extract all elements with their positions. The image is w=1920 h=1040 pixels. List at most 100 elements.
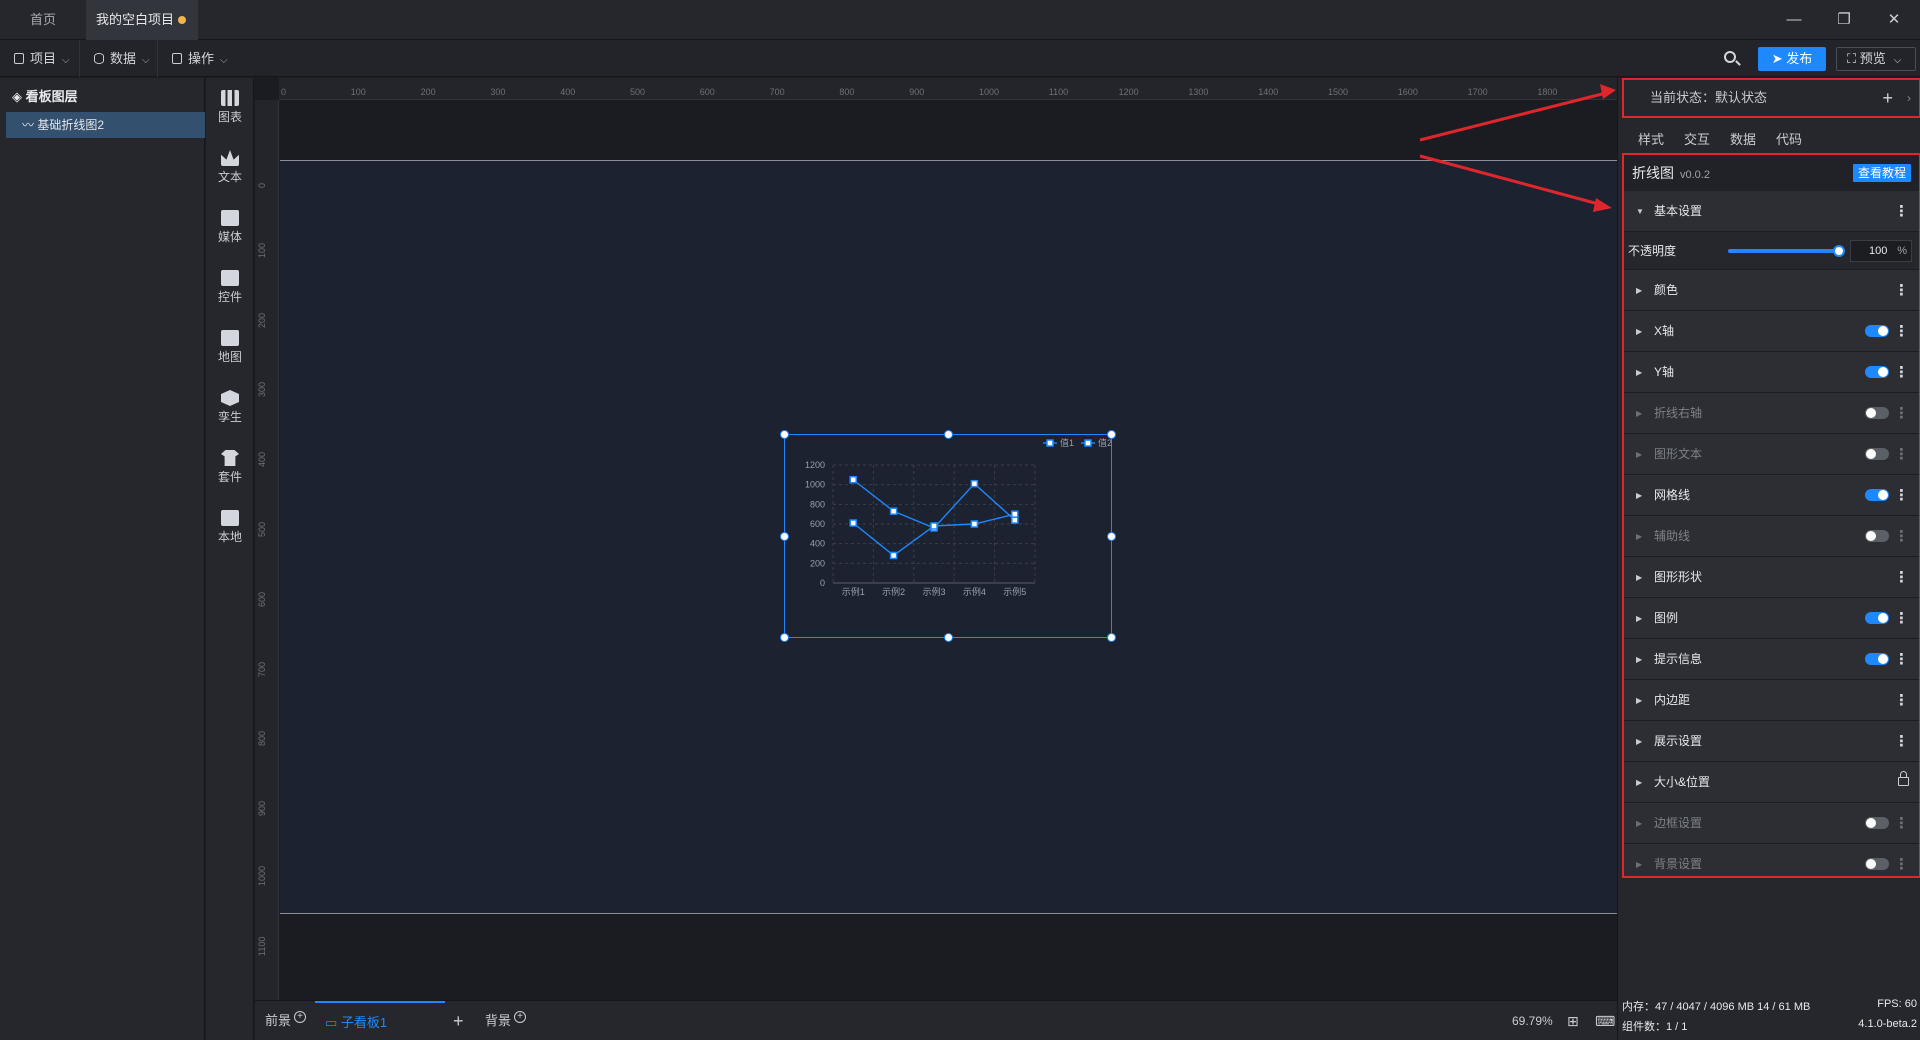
section-toggle[interactable] (1865, 325, 1889, 337)
data-point (889, 507, 898, 515)
more-vertical-icon[interactable]: ⋮ (1894, 721, 1909, 762)
section-toggle[interactable] (1865, 530, 1889, 542)
menu-operation[interactable]: 操作 ⌵ (158, 40, 238, 77)
more-vertical-icon[interactable]: ⋮ (1894, 475, 1909, 516)
more-vertical-icon[interactable]: ⋮ (1894, 434, 1909, 475)
opacity-slider[interactable] (1728, 245, 1845, 257)
section-15[interactable]: ▶ 背景设置 ⋮ (1624, 844, 1919, 876)
comp-twin[interactable]: 孪生 (206, 390, 254, 425)
comp-control[interactable]: 控件 (206, 270, 254, 305)
more-vertical-icon[interactable]: ⋮ (1894, 803, 1909, 844)
section-14[interactable]: ▶ 边框设置 ⋮ (1624, 803, 1919, 844)
component-count: 组件数：1 / 1 (1622, 1021, 1688, 1033)
publish-button[interactable]: ➤ 发布 (1758, 47, 1826, 71)
resize-handle-l[interactable] (780, 532, 789, 541)
section-toggle[interactable] (1865, 407, 1889, 419)
more-vertical-icon[interactable]: ⋮ (1894, 352, 1909, 393)
resize-handle-t[interactable] (944, 430, 953, 439)
section-4[interactable]: ▶ 折线右轴 ⋮ (1624, 393, 1919, 434)
layer-item[interactable]: 〰 基础折线图2 (6, 112, 205, 138)
data-point (849, 476, 857, 484)
more-vertical-icon[interactable]: ⋮ (1894, 311, 1909, 352)
menu-project[interactable]: 项目 ⌵ (0, 40, 80, 77)
section-7[interactable]: ▶ 辅助线 ⋮ (1624, 516, 1919, 557)
keyboard-icon[interactable]: ⌨ (1595, 1001, 1615, 1040)
more-vertical-icon[interactable]: ⋮ (1894, 844, 1909, 876)
more-vertical-icon[interactable]: ⋮ (1894, 516, 1909, 557)
resize-handle-br[interactable] (1107, 633, 1116, 642)
layers-icon: ◈ (12, 89, 26, 104)
section-0[interactable]: ▼ 基本设置 ⋮ (1624, 191, 1919, 232)
section-6[interactable]: ▶ 网格线 ⋮ (1624, 475, 1919, 516)
section-5[interactable]: ▶ 图形文本 ⋮ (1624, 434, 1919, 475)
comp-media[interactable]: 媒体 (206, 210, 254, 245)
tutorial-button[interactable]: 查看教程 (1853, 164, 1911, 182)
slider-thumb[interactable] (1833, 245, 1845, 257)
more-vertical-icon[interactable]: ⋮ (1894, 557, 1909, 598)
comp-local[interactable]: 本地 (206, 510, 254, 545)
comp-local-label: 本地 (217, 530, 242, 544)
chevron-right-icon[interactable]: › (1907, 80, 1911, 116)
section-8[interactable]: ▶ 图形形状 ⋮ (1624, 557, 1919, 598)
close-button[interactable]: ✕ (1884, 10, 1904, 30)
section-toggle[interactable] (1865, 612, 1889, 624)
add-state-button[interactable]: + (1882, 80, 1893, 116)
ruler-tick: 0 (281, 87, 287, 97)
publish-label: 发布 (1786, 51, 1813, 66)
resize-handle-b[interactable] (944, 633, 953, 642)
section-10[interactable]: ▶ 提示信息 ⋮ (1624, 639, 1919, 680)
section-toggle[interactable] (1865, 489, 1889, 501)
more-vertical-icon[interactable]: ⋮ (1894, 639, 1909, 680)
comp-kit[interactable]: 套件 (206, 450, 254, 485)
resize-handle-bl[interactable] (780, 633, 789, 642)
section-toggle[interactable] (1865, 858, 1889, 870)
add-board-button[interactable]: + (453, 1001, 464, 1040)
tab-home[interactable]: 首页 (0, 0, 86, 40)
more-vertical-icon[interactable]: ⋮ (1894, 270, 1909, 311)
section-toggle[interactable] (1865, 817, 1889, 829)
puzzle-icon (221, 510, 239, 526)
section-toggle[interactable] (1865, 366, 1889, 378)
section-13[interactable]: ▶ 大小&位置 (1624, 762, 1919, 803)
more-vertical-icon[interactable]: ⋮ (1894, 393, 1909, 434)
lock-icon[interactable] (1898, 771, 1909, 786)
section-1[interactable]: ▶ 颜色 ⋮ (1624, 270, 1919, 311)
menu-bar: 项目 ⌵ 数据 ⌵ 操作 ⌵ (0, 40, 1920, 77)
file-icon (14, 53, 24, 64)
minimize-button[interactable]: — (1784, 10, 1804, 30)
foreground-tab[interactable]: 前景 + (265, 1001, 307, 1040)
more-vertical-icon[interactable]: ⋮ (1894, 680, 1909, 721)
opacity-input[interactable]: 100% (1850, 240, 1912, 262)
section-12[interactable]: ▶ 展示设置 ⋮ (1624, 721, 1919, 762)
section-toggle[interactable] (1865, 448, 1889, 460)
restore-button[interactable]: ❐ (1834, 10, 1854, 30)
section-label: 大小&位置 (1654, 775, 1711, 789)
preview-button[interactable]: ⛶ 预览 ⌵ (1836, 47, 1916, 71)
ruler-tick: 100 (350, 87, 366, 97)
line-chart-widget[interactable]: 0 200 400 600 800 1000 1200 示例1 示例2 示例3 示例4 示例5 值1 值2 (780, 430, 1116, 642)
fit-screen-icon[interactable]: ⊞ (1567, 1001, 1579, 1040)
comp-text[interactable]: 文本 (206, 150, 254, 185)
section-toggle[interactable] (1865, 653, 1889, 665)
comp-chart[interactable]: 图表 (206, 90, 254, 125)
zoom-level[interactable]: 69.79% (1512, 1001, 1553, 1040)
more-vertical-icon[interactable]: ⋮ (1894, 191, 1909, 232)
resize-handle-tr[interactable] (1107, 430, 1116, 439)
state-selector[interactable]: 当前状态：默认状态 + › (1622, 78, 1920, 118)
section-9[interactable]: ▶ 图例 ⋮ (1624, 598, 1919, 639)
section-label: 背景设置 (1654, 857, 1703, 871)
subboard-tab[interactable]: ▭ 子看板1 (315, 1001, 445, 1040)
search-icon[interactable] (1722, 49, 1742, 69)
resize-handle-r[interactable] (1107, 532, 1116, 541)
more-vertical-icon[interactable]: ⋮ (1894, 598, 1909, 639)
menu-data[interactable]: 数据 ⌵ (80, 40, 158, 77)
tab-project[interactable]: 我的空白项目 (86, 0, 198, 40)
section-3[interactable]: ▶ Y轴 ⋮ (1624, 352, 1919, 393)
section-2[interactable]: ▶ X轴 ⋮ (1624, 311, 1919, 352)
resize-handle-tl[interactable] (780, 430, 789, 439)
x-tick-label: 示例1 (842, 586, 865, 597)
shirt-icon (221, 450, 239, 466)
background-tab[interactable]: 背景 + (485, 1001, 527, 1040)
comp-map[interactable]: 地图 (206, 330, 254, 365)
section-11[interactable]: ▶ 内边距 ⋮ (1624, 680, 1919, 721)
